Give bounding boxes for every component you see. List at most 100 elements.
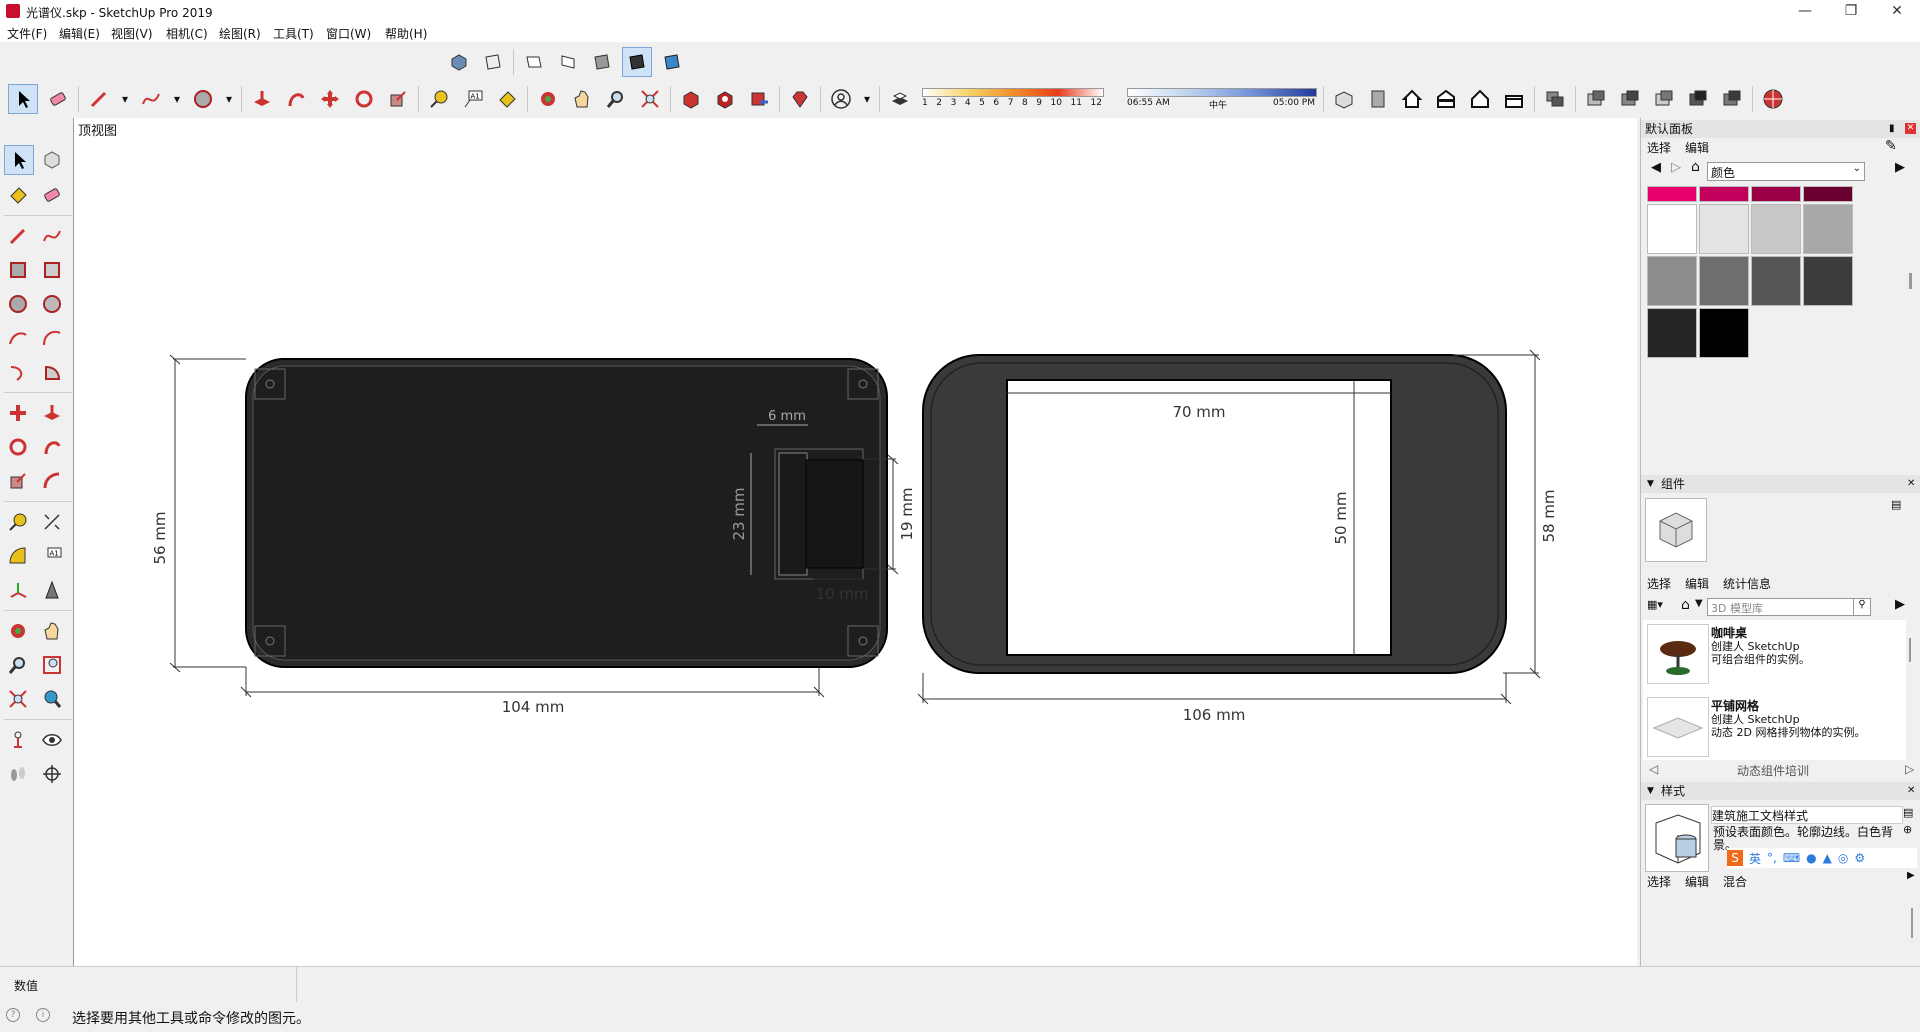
rotate-tool-icon[interactable]: [350, 85, 378, 113]
protractor-icon[interactable]: [4, 542, 32, 570]
rotate-icon[interactable]: [4, 433, 32, 461]
shape-dropdown-icon[interactable]: ▾: [223, 85, 235, 113]
select-arrow-icon[interactable]: [4, 145, 34, 175]
value-box[interactable]: 数值: [0, 967, 297, 1003]
circle-icon[interactable]: [4, 290, 32, 318]
style-name-field[interactable]: 建筑施工文档样式: [1711, 806, 1903, 824]
axes-icon[interactable]: [4, 576, 32, 604]
ime-emoji-icon[interactable]: ◎: [1838, 851, 1848, 865]
account-dropdown-icon[interactable]: ▾: [861, 85, 873, 113]
house-front-icon[interactable]: [1432, 85, 1460, 113]
menu-edit[interactable]: 编辑(E): [59, 25, 100, 42]
offset-icon[interactable]: [38, 467, 66, 495]
follow-me-icon[interactable]: [282, 85, 310, 113]
components-close-icon[interactable]: ✕: [1907, 475, 1915, 493]
details-arrow-icon[interactable]: ▶: [1895, 160, 1905, 175]
arc-icon[interactable]: [4, 324, 32, 352]
ime-settings-icon[interactable]: ⚙: [1854, 851, 1865, 865]
styles-close-icon[interactable]: ✕: [1907, 782, 1915, 800]
zoom-extents-icon[interactable]: [636, 85, 664, 113]
component-icon[interactable]: [1541, 85, 1569, 113]
tape-icon[interactable]: [4, 508, 32, 536]
group-c-icon[interactable]: [1650, 85, 1678, 113]
menu-file[interactable]: 文件(F): [7, 25, 47, 42]
section-plane-icon[interactable]: [1330, 85, 1358, 113]
arc-dropdown-icon[interactable]: ▾: [171, 85, 183, 113]
components-search-input[interactable]: 3D 模型库: [1707, 598, 1855, 616]
time-slider[interactable]: 06:55 AM 中午 05:00 PM: [1127, 84, 1317, 114]
styles-arrow-icon[interactable]: ▶: [1907, 870, 1915, 881]
components-tab-edit[interactable]: 编辑: [1685, 575, 1709, 592]
color-swatch[interactable]: [1699, 186, 1749, 202]
text-tool-icon[interactable]: A1: [459, 85, 487, 113]
pie-icon[interactable]: [38, 358, 66, 386]
menu-view[interactable]: 视图(V): [111, 25, 153, 42]
ime-lang-indicator[interactable]: 英: [1749, 850, 1761, 867]
top-view-icon[interactable]: [479, 48, 507, 76]
previous-view-icon[interactable]: [38, 685, 66, 713]
color-swatch[interactable]: [1647, 308, 1697, 358]
three-point-arc-icon[interactable]: [4, 358, 32, 386]
info-status-icon[interactable]: i: [36, 1008, 50, 1022]
eraser-icon[interactable]: [44, 85, 72, 113]
scale-icon[interactable]: [4, 467, 32, 495]
color-swatch[interactable]: [1751, 204, 1801, 254]
left-device-body[interactable]: [245, 358, 888, 668]
geo-status-icon[interactable]: ?: [6, 1008, 20, 1022]
orbit-icon[interactable]: [534, 85, 562, 113]
ime-skin-icon[interactable]: ▲: [1823, 851, 1832, 865]
color-swatch[interactable]: [1751, 186, 1801, 202]
forward-arrow-icon[interactable]: ▷: [1671, 160, 1681, 175]
move-tool-icon[interactable]: [316, 85, 344, 113]
textured-style-icon[interactable]: [658, 48, 686, 76]
ruby-console-icon[interactable]: [786, 85, 814, 113]
components-scrollbar[interactable]: [1909, 638, 1911, 662]
back-view-icon[interactable]: [588, 48, 616, 76]
section-cut-icon[interactable]: [1364, 85, 1392, 113]
menu-camera[interactable]: 相机(C): [166, 25, 208, 42]
dimension-icon[interactable]: [38, 508, 66, 536]
followme-icon[interactable]: [38, 433, 66, 461]
styles-tab-edit[interactable]: 编辑: [1685, 873, 1709, 890]
select-tool-icon[interactable]: [8, 84, 38, 114]
line-icon[interactable]: [4, 222, 32, 250]
two-point-arc-icon[interactable]: [38, 324, 66, 352]
view-options-icon[interactable]: ▦▾: [1647, 598, 1663, 611]
text-icon[interactable]: A1: [38, 542, 66, 570]
house-outline-icon[interactable]: [1466, 85, 1494, 113]
move-icon[interactable]: [4, 399, 32, 427]
scale-tool-icon[interactable]: [384, 85, 412, 113]
sample-paint-icon[interactable]: ✎: [1885, 138, 1897, 154]
components-detail-icon[interactable]: ▤: [1891, 498, 1901, 511]
ime-logo-icon[interactable]: S: [1727, 850, 1743, 866]
dynamic-components-link[interactable]: 动态组件培训: [1737, 762, 1809, 779]
color-swatch[interactable]: [1803, 204, 1853, 254]
freehand-icon[interactable]: [137, 85, 165, 113]
pushpull-icon[interactable]: [38, 399, 66, 427]
push-pull-icon[interactable]: [248, 85, 276, 113]
polygon-icon[interactable]: [38, 290, 66, 318]
components-tab-stats[interactable]: 统计信息: [1723, 575, 1771, 592]
color-swatch[interactable]: [1803, 256, 1853, 306]
erase-icon[interactable]: [38, 181, 66, 209]
color-swatch[interactable]: [1751, 256, 1801, 306]
geo-location-icon[interactable]: [1759, 85, 1787, 113]
tape-measure-icon[interactable]: [425, 85, 453, 113]
ime-punct-icon[interactable]: °,: [1767, 851, 1777, 865]
color-swatch[interactable]: [1699, 256, 1749, 306]
coffee-table-thumb[interactable]: [1647, 624, 1709, 684]
ime-keyboard-icon[interactable]: ⌨: [1783, 851, 1800, 865]
rectangle-icon[interactable]: [4, 256, 32, 284]
freehand-curve-icon[interactable]: [38, 222, 66, 250]
color-swatch[interactable]: [1803, 186, 1853, 202]
components-tab-select[interactable]: 选择: [1647, 575, 1671, 592]
components-arrow-icon[interactable]: ▶: [1895, 597, 1905, 612]
look-around-icon[interactable]: [38, 726, 66, 754]
paint-icon[interactable]: [4, 181, 32, 209]
tray-close-icon[interactable]: ✕: [1905, 123, 1916, 134]
menu-window[interactable]: 窗口(W): [326, 25, 371, 42]
color-swatch[interactable]: [1699, 308, 1749, 358]
rotated-rectangle-icon[interactable]: [38, 256, 66, 284]
materials-tab-select[interactable]: 选择: [1647, 139, 1671, 156]
create-style-icon[interactable]: ⊕: [1903, 823, 1912, 836]
